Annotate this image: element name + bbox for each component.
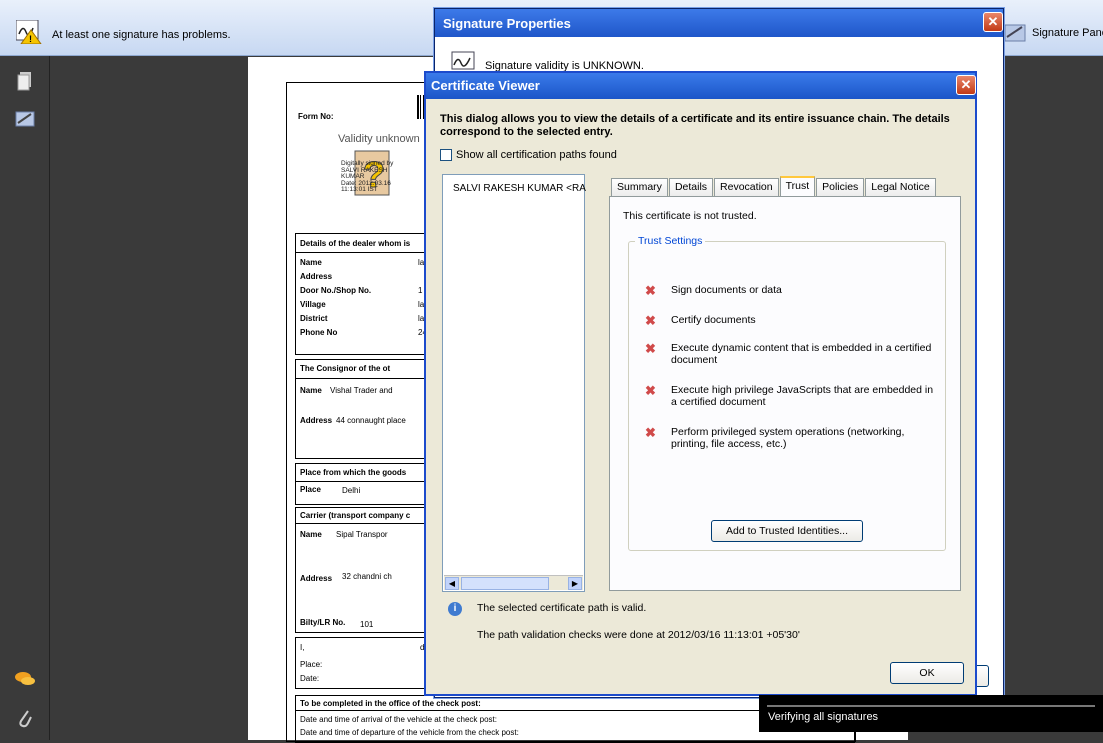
carrier-name-value: Sipal Transpor <box>336 530 388 539</box>
certificate-viewer-description: This dialog allows you to view the detai… <box>440 113 950 138</box>
declaration-place: Place: <box>300 660 323 669</box>
trust-item-text: Execute high privilege JavaScripts that … <box>671 384 934 408</box>
trust-settings-label: Trust Settings <box>635 235 706 247</box>
office-departure: Date and time of departure of the vehicl… <box>300 728 519 737</box>
dealer-row-label: District <box>300 314 328 323</box>
trust-item-text: Execute dynamic content that is embedded… <box>671 342 932 366</box>
verifying-toast: Verifying all signatures <box>759 695 1103 732</box>
consignor-heading: The Consignor of the ot <box>300 364 391 373</box>
stamp-title: Validity unknown <box>338 133 420 145</box>
signatures-icon[interactable] <box>12 106 38 132</box>
toast-text: Verifying all signatures <box>768 711 879 723</box>
trust-item-text: Certify documents <box>671 314 756 326</box>
stamp-details: Digitally signed by SALVI RAKESH KUMAR D… <box>341 160 393 194</box>
trust-tab-panel: This certificate is not trusted. Trust S… <box>609 196 961 591</box>
tab-summary[interactable]: Summary <box>611 178 668 196</box>
tree-horizontal-scrollbar[interactable]: ◀ ▶ <box>444 575 583 590</box>
trust-item-text: Perform privileged system operations (ne… <box>671 426 905 450</box>
show-all-paths-checkbox[interactable]: Show all certification paths found <box>440 149 617 161</box>
trust-settings-group: Trust Settings ✖ Sign documents or data ✖… <box>628 235 946 551</box>
denied-x-icon: ✖ <box>645 283 656 298</box>
tab-details[interactable]: Details <box>668 178 714 196</box>
scroll-left-icon[interactable]: ◀ <box>445 577 459 590</box>
place-block: Place from which the goods Place Delhi <box>295 463 436 505</box>
signature-panel-button[interactable]: Signature Pane <box>1004 20 1103 46</box>
certificate-path-tree[interactable]: SALVI RAKESH KUMAR <RA ◀ ▶ <box>442 174 586 592</box>
checkbox-box[interactable] <box>440 149 452 161</box>
declaration-date: Date: <box>300 674 320 683</box>
certificate-viewer-title: Certificate Viewer <box>426 73 975 99</box>
scroll-right-icon[interactable]: ▶ <box>568 577 582 590</box>
signature-panel-label: Signature Pane <box>1032 27 1103 39</box>
trust-item: ✖ Perform privileged system operations (n… <box>645 426 935 450</box>
add-to-trusted-identities-button[interactable]: Add to Trusted Identities... <box>711 520 863 542</box>
bilty-label: Bilty/LR No. <box>300 618 346 627</box>
trust-item: ✖ Execute dynamic content that is embedde… <box>645 342 935 366</box>
dealer-row-label: Phone No <box>300 328 338 337</box>
left-navigation-pane <box>0 56 50 740</box>
carrier-block: Carrier (transport company c Name Sipal … <box>295 507 436 633</box>
tab-legal-notice[interactable]: Legal Notice <box>865 178 936 196</box>
signature-warning-icon: ! <box>15 19 42 45</box>
trust-item-text: Sign documents or data <box>671 284 782 296</box>
signature-panel-icon <box>1004 23 1026 43</box>
consignor-name-value: Vishal Trader and <box>330 386 393 395</box>
declaration-i: I, <box>300 643 305 652</box>
signature-stamp[interactable]: Validity unknown ? Digitally signed by S… <box>335 133 425 205</box>
path-validation-time-text: The path validation checks were done at … <box>477 629 800 641</box>
office-arrival: Date and time of arrival of the vehicle … <box>300 715 497 724</box>
denied-x-icon: ✖ <box>645 425 656 440</box>
tab-trust[interactable]: Trust <box>779 176 816 196</box>
dealer-row-label: Door No./Shop No. <box>300 286 372 295</box>
tab-policies[interactable]: Policies <box>816 178 865 196</box>
dealer-row-label: Name <box>300 258 322 267</box>
scroll-thumb[interactable] <box>461 577 549 590</box>
denied-x-icon: ✖ <box>645 341 656 356</box>
trust-item: ✖ Execute high privilege JavaScripts that… <box>645 384 935 408</box>
declaration-block: I, dec Place: Date: <box>295 637 435 689</box>
signature-properties-title: Signature Properties <box>435 9 1003 37</box>
form-no-label: Form No: <box>298 112 334 121</box>
path-valid-text: The selected certificate path is valid. <box>477 602 647 614</box>
place-heading: Place from which the goods <box>300 468 407 477</box>
consignor-address-value: 44 connaught place <box>336 416 406 425</box>
carrier-address-value: 32 chandni ch <box>342 572 392 581</box>
dealer-row-label: Village <box>300 300 326 309</box>
carrier-name-label: Name <box>300 530 322 539</box>
show-all-paths-label: Show all certification paths found <box>456 149 617 161</box>
close-icon[interactable]: ✕ <box>956 75 976 95</box>
bilty-value: 101 <box>360 620 374 629</box>
ok-button[interactable]: OK <box>890 662 964 684</box>
info-icon: i <box>448 602 462 616</box>
certificate-tree-item[interactable]: SALVI RAKESH KUMAR <RA <box>453 183 586 194</box>
denied-x-icon: ✖ <box>645 383 656 398</box>
pages-icon[interactable] <box>12 68 38 94</box>
office-heading: To be completed in the office of the che… <box>300 699 481 708</box>
dealer-details-block: Details of the dealer whom is Name lan A… <box>295 233 436 355</box>
close-icon[interactable]: ✕ <box>983 12 1003 32</box>
carrier-heading: Carrier (transport company c <box>300 511 411 520</box>
consignor-block: The Consignor of the ot Name Vishal Trad… <box>295 359 436 459</box>
dealer-row-value: 1 <box>418 286 423 295</box>
not-trusted-text: This certificate is not trusted. <box>623 210 757 222</box>
consignor-name-label: Name <box>300 386 322 395</box>
certificate-tabs: Summary Details Revocation Trust Policie… <box>611 176 937 196</box>
consignor-address-label: Address <box>300 416 333 425</box>
svg-text:!: ! <box>29 34 32 44</box>
attachments-icon[interactable] <box>12 706 38 732</box>
dealer-heading: Details of the dealer whom is <box>300 239 411 248</box>
comments-icon[interactable] <box>12 666 38 692</box>
certificate-viewer-dialog: Certificate Viewer ✕ This dialog allows … <box>424 71 977 696</box>
progress-line <box>767 705 1095 707</box>
dealer-row-label: Address <box>300 272 333 281</box>
trust-item: ✖ Sign documents or data <box>645 284 935 297</box>
signature-status-message: At least one signature has problems. <box>52 29 231 41</box>
carrier-address-label: Address <box>300 574 333 583</box>
tab-revocation[interactable]: Revocation <box>714 178 779 196</box>
place-value: Delhi <box>342 486 361 495</box>
place-label: Place <box>300 485 321 494</box>
stamp-line: 11:13:01 IST <box>341 186 378 193</box>
trust-item: ✖ Certify documents <box>645 314 935 327</box>
denied-x-icon: ✖ <box>645 313 656 328</box>
